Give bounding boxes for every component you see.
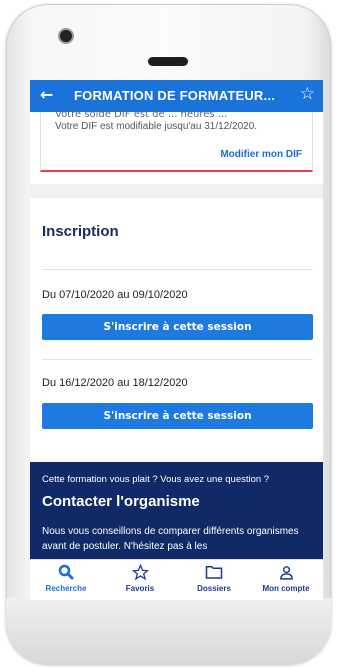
contact-text: Nous vous conseillons de comparer différ… bbox=[42, 526, 299, 552]
speaker-grille bbox=[148, 57, 188, 66]
nav-mon-compte[interactable]: Mon compte bbox=[250, 560, 322, 600]
camera-icon bbox=[60, 30, 72, 42]
app-screen: ← FORMATION DE FORMATEUR... ☆ Votre sold… bbox=[30, 80, 323, 600]
phone-chin bbox=[6, 598, 331, 664]
bottom-nav: Recherche Favoris Dossiers Mon compte bbox=[30, 559, 323, 600]
nav-label: Favoris bbox=[125, 584, 155, 593]
modify-dif-link[interactable]: Modifier mon DIF bbox=[220, 149, 302, 160]
favorite-star-icon[interactable]: ☆ bbox=[300, 84, 315, 104]
session-dates: Du 16/12/2020 au 18/12/2020 bbox=[42, 377, 188, 389]
divider bbox=[42, 269, 313, 270]
inscription-title: Inscription bbox=[42, 223, 119, 240]
nav-label: Recherche bbox=[45, 584, 87, 593]
dif-text: Votre DIF est modifiable jusqu'au 31/12/… bbox=[55, 121, 258, 132]
user-icon bbox=[250, 564, 322, 582]
register-session-button[interactable]: S'inscrire à cette session bbox=[42, 403, 313, 429]
folder-icon bbox=[178, 564, 250, 582]
nav-favoris[interactable]: Favoris bbox=[104, 560, 176, 600]
divider bbox=[42, 359, 313, 360]
nav-label: Mon compte bbox=[262, 584, 310, 593]
back-arrow-icon[interactable]: ← bbox=[40, 85, 53, 104]
dif-truncated-text: Votre solde DIF est de ... heures ... bbox=[55, 109, 228, 120]
register-session-button[interactable]: S'inscrire à cette session bbox=[42, 314, 313, 340]
contact-question: Cette formation vous plait ? Vous avez u… bbox=[42, 474, 270, 485]
search-icon bbox=[30, 564, 102, 582]
dif-card: Votre solde DIF est de ... heures ... Vo… bbox=[40, 109, 313, 172]
nav-label: Dossiers bbox=[197, 584, 231, 593]
contact-heading: Contacter l'organisme bbox=[42, 493, 200, 510]
section-divider bbox=[30, 184, 323, 198]
app-bar: ← FORMATION DE FORMATEUR... ☆ bbox=[30, 80, 323, 112]
nav-recherche[interactable]: Recherche bbox=[30, 560, 102, 600]
contact-section: Cette formation vous plait ? Vous avez u… bbox=[30, 462, 323, 562]
session-dates: Du 07/10/2020 au 09/10/2020 bbox=[42, 289, 188, 301]
page-title: FORMATION DE FORMATEUR... bbox=[74, 88, 275, 103]
nav-dossiers[interactable]: Dossiers bbox=[178, 560, 250, 600]
star-icon bbox=[104, 563, 176, 582]
